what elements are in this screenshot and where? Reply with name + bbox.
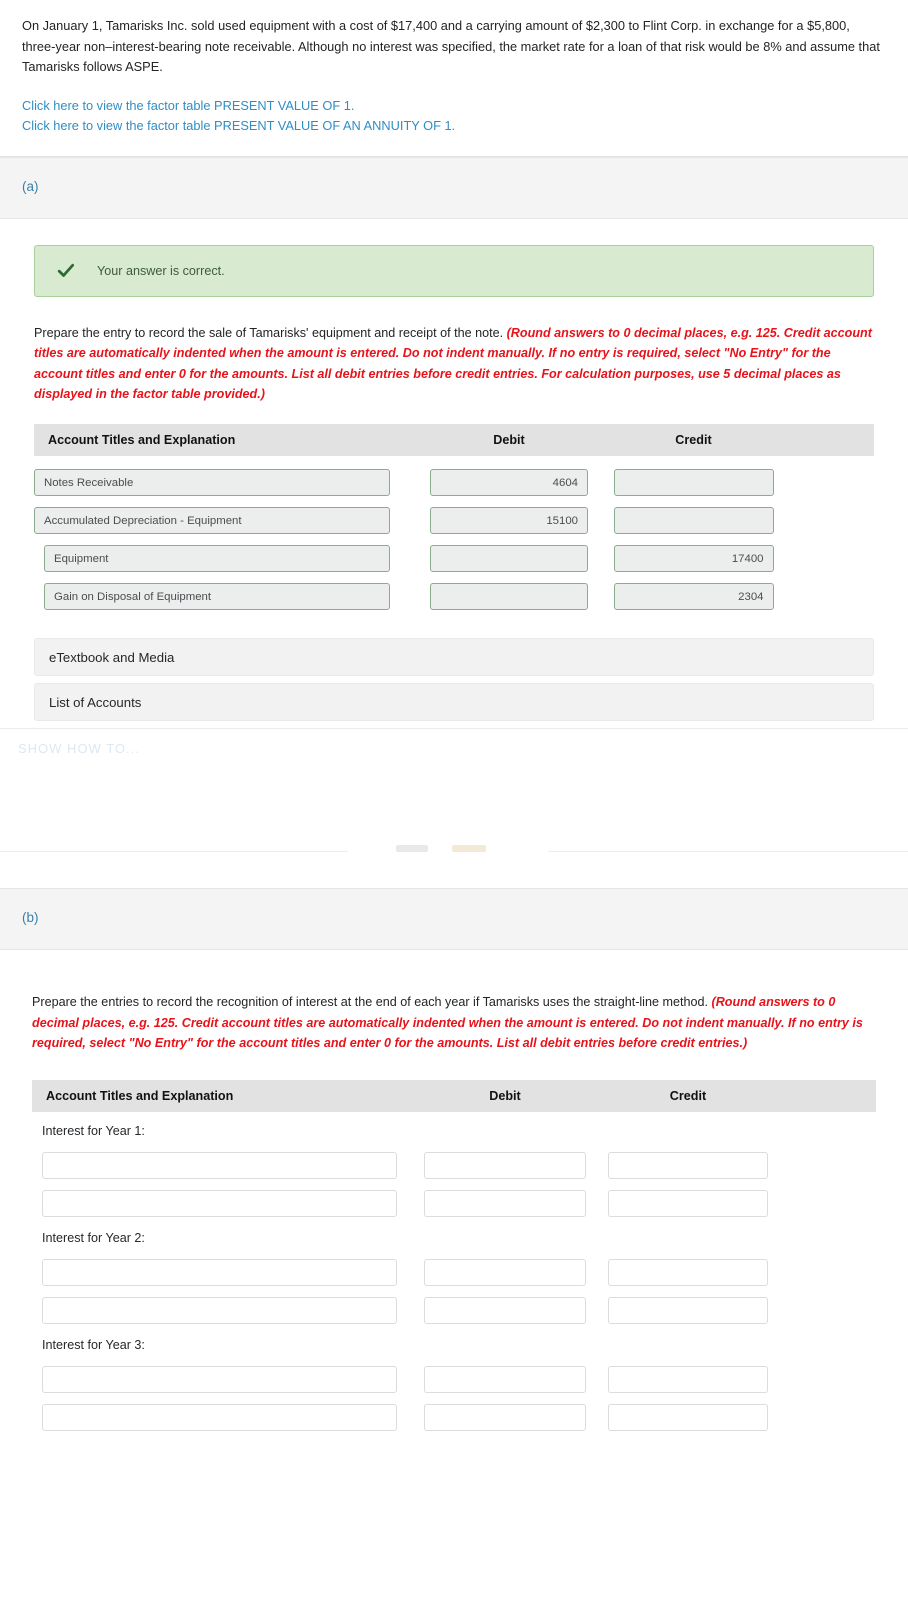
- table-row: [32, 1403, 876, 1431]
- account-title-input[interactable]: [42, 1403, 397, 1431]
- column-header-debit: Debit: [489, 1088, 521, 1103]
- part-b-instruction-plain: Prepare the entries to record the recogn…: [32, 995, 712, 1010]
- column-header-account: Account Titles and Explanation: [46, 1088, 234, 1103]
- list-of-accounts-panel[interactable]: List of Accounts: [34, 683, 874, 722]
- credit-amount-input[interactable]: [613, 507, 774, 535]
- credit-amount-input[interactable]: [608, 1296, 768, 1324]
- factor-table-links: Click here to view the factor table PRES…: [22, 96, 886, 136]
- factor-link-present-value-of-annuity-of-1[interactable]: Click here to view the factor table PRES…: [22, 116, 886, 136]
- credit-amount-input[interactable]: [613, 545, 774, 573]
- column-header-debit: Debit: [493, 433, 525, 448]
- part-b-table-body: Interest for Year 1: Interest for Year 2:…: [32, 1112, 876, 1431]
- table-row: [34, 469, 874, 497]
- account-title-input[interactable]: [42, 1365, 397, 1393]
- part-a-label: (a): [22, 178, 39, 194]
- problem-statement-text: On January 1, Tamarisks Inc. sold used e…: [22, 18, 880, 75]
- account-title-input[interactable]: [42, 1258, 397, 1286]
- factor-link-present-value-of-1[interactable]: Click here to view the factor table PRES…: [22, 96, 886, 116]
- part-a-table-body: [34, 469, 874, 611]
- ghost-rule-left: [0, 851, 348, 853]
- account-title-input[interactable]: [42, 1151, 397, 1179]
- etextbook-and-media-panel[interactable]: eTextbook and Media: [34, 638, 874, 677]
- table-row: [32, 1189, 876, 1217]
- problem-statement-card: On January 1, Tamarisks Inc. sold used e…: [0, 0, 908, 157]
- credit-amount-input[interactable]: [608, 1403, 768, 1431]
- table-row: [32, 1151, 876, 1179]
- table-row: [34, 545, 874, 573]
- credit-amount-input[interactable]: [608, 1365, 768, 1393]
- credit-amount-input[interactable]: [608, 1151, 768, 1179]
- part-a-instruction-plain: Prepare the entry to record the sale of …: [34, 325, 507, 340]
- part-b-body: Prepare the entries to record the recogn…: [0, 950, 908, 1477]
- account-title-input[interactable]: [44, 545, 390, 573]
- exercise-page: On January 1, Tamarisks Inc. sold used e…: [0, 0, 908, 1477]
- debit-amount-input[interactable]: [430, 507, 588, 535]
- account-title-input[interactable]: [34, 507, 390, 535]
- table-row: [32, 1296, 876, 1324]
- credit-amount-input[interactable]: [608, 1189, 768, 1217]
- account-title-input[interactable]: [44, 583, 390, 611]
- credit-amount-input[interactable]: [613, 583, 774, 611]
- check-icon: [57, 263, 75, 277]
- interest-year-label: Interest for Year 2:: [42, 1230, 145, 1245]
- credit-amount-input[interactable]: [608, 1258, 768, 1286]
- ghost-rule-right: [548, 851, 908, 853]
- part-a-header: (a): [0, 156, 908, 219]
- account-title-input[interactable]: [42, 1296, 397, 1324]
- part-b-label: (b): [22, 910, 39, 926]
- part-b-header: (b): [0, 888, 908, 951]
- ghost-chip-left: [396, 845, 428, 853]
- interest-year-label: Interest for Year 1:: [42, 1123, 145, 1138]
- ghost-clipped-text: SHOW HOW TO...: [18, 741, 140, 757]
- part-a-panels: eTextbook and Media List of Accounts: [34, 638, 874, 722]
- part-b-instructions: Prepare the entries to record the recogn…: [32, 992, 876, 1053]
- table-row: [34, 507, 874, 535]
- debit-amount-input[interactable]: [424, 1365, 586, 1393]
- column-header-credit: Credit: [675, 433, 712, 448]
- answer-correct-banner: Your answer is correct.: [34, 244, 874, 297]
- debit-amount-input[interactable]: [430, 583, 588, 611]
- ghost-chip-right: [452, 845, 486, 853]
- debit-amount-input[interactable]: [430, 545, 588, 573]
- part-a-body: Your answer is correct. Prepare the entr…: [0, 218, 908, 722]
- credit-amount-input[interactable]: [613, 469, 774, 497]
- debit-amount-input[interactable]: [430, 469, 588, 497]
- debit-amount-input[interactable]: [424, 1403, 586, 1431]
- part-a-instructions: Prepare the entry to record the sale of …: [34, 323, 874, 405]
- part-b-bottom-spacer: [22, 1430, 886, 1477]
- clipped-gap-region: SHOW HOW TO...: [0, 728, 908, 889]
- part-a-journal-table: Account Titles and Explanation Debit Cre…: [34, 424, 874, 611]
- column-header-account: Account Titles and Explanation: [48, 433, 236, 448]
- debit-amount-input[interactable]: [424, 1296, 586, 1324]
- part-a-table-header: Account Titles and Explanation Debit Cre…: [34, 424, 874, 457]
- interest-year-label: Interest for Year 3:: [42, 1337, 145, 1352]
- table-row: [32, 1258, 876, 1286]
- debit-amount-input[interactable]: [424, 1151, 586, 1179]
- part-b-table-header: Account Titles and Explanation Debit Cre…: [32, 1079, 876, 1112]
- debit-amount-input[interactable]: [424, 1189, 586, 1217]
- table-row: [34, 583, 874, 611]
- column-header-credit: Credit: [669, 1088, 707, 1103]
- table-row: [32, 1365, 876, 1393]
- answer-correct-text: Your answer is correct.: [97, 263, 225, 278]
- account-title-input[interactable]: [34, 469, 390, 497]
- account-title-input[interactable]: [42, 1189, 397, 1217]
- part-b-journal-table: Account Titles and Explanation Debit Cre…: [32, 1079, 876, 1431]
- debit-amount-input[interactable]: [424, 1258, 586, 1286]
